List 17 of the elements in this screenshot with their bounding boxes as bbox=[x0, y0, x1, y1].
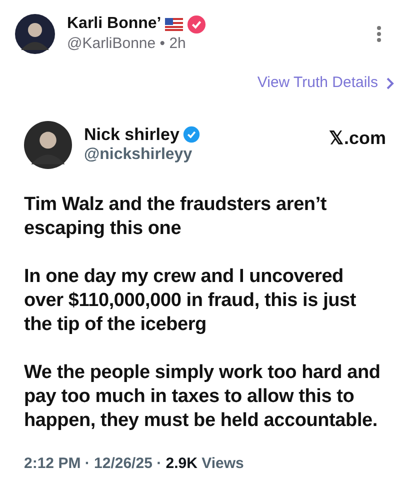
verified-icon bbox=[183, 126, 200, 143]
author-handle[interactable]: @nickshirleyy bbox=[84, 144, 321, 164]
details-link[interactable]: View Truth Details bbox=[257, 72, 394, 94]
author-name[interactable]: Karli Bonne’ bbox=[67, 14, 162, 34]
verified-icon bbox=[187, 14, 206, 34]
author-name[interactable]: Nick shirley bbox=[84, 124, 180, 144]
more-icon[interactable] bbox=[376, 25, 382, 43]
avatar[interactable] bbox=[15, 14, 55, 54]
post-text: In one day my crew and I uncovered over $110,000,000 in fraud, this is just the tip of the iceberg bbox=[24, 264, 358, 336]
chevron-icon bbox=[386, 76, 394, 90]
avatar[interactable] bbox=[24, 120, 72, 168]
post-text: Tim Walz and the fraudsters aren’t escaping this one bbox=[24, 192, 328, 240]
flag-icon bbox=[165, 18, 184, 30]
post-meta: 2:12 PM · 12/26/25 · 2.9K Views bbox=[24, 454, 245, 474]
source-label: 𝕏.com bbox=[328, 126, 386, 150]
author-handle[interactable]: @KarliBonne • 2h bbox=[67, 34, 368, 54]
post-text: We the people simply work too hard and pay too much in taxes to allow this to happen, they must be held accountable. bbox=[24, 360, 382, 432]
